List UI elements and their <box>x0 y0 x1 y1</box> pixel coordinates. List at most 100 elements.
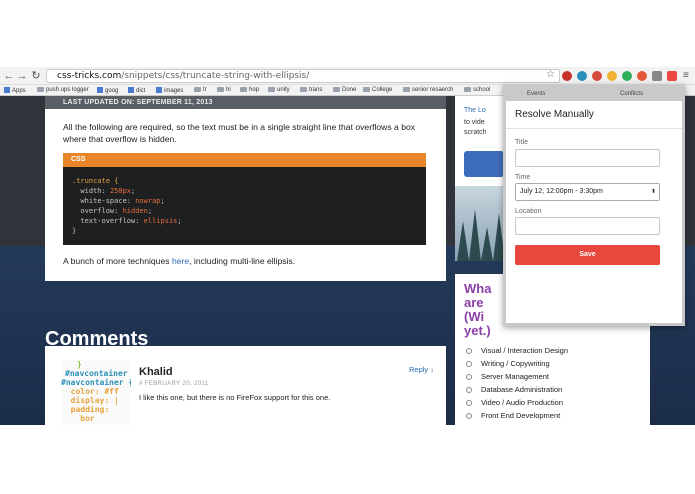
bookmark-item[interactable]: goog <box>97 87 118 95</box>
poll-option[interactable]: Server Management <box>466 372 549 381</box>
bookmark-item[interactable]: school <box>464 87 490 94</box>
poll-question: Wha are (Wi yet.) <box>464 281 492 338</box>
bookmark-apps[interactable]: Apps <box>4 87 26 95</box>
popup-tabs: Events Conflicts <box>503 91 685 101</box>
folder-icon <box>268 87 275 92</box>
title-input[interactable] <box>515 149 660 167</box>
drive-icon[interactable] <box>607 71 617 81</box>
select-arrows-icon: ⬍ <box>650 189 656 195</box>
calendar-extension-icon[interactable] <box>667 71 677 81</box>
extension-icon[interactable] <box>562 71 572 81</box>
location-input[interactable] <box>515 217 660 235</box>
screen: ← → ↻ css-tricks.com/snippets/css/trunca… <box>0 0 695 494</box>
dialog-title: Resolve Manually <box>515 109 594 120</box>
code-prop: overflow: <box>72 207 123 215</box>
poll-option[interactable]: Video / Audio Production <box>466 398 563 407</box>
time-select-value: July 12, 12:00pm - 3:30pm <box>520 188 603 195</box>
google-icon <box>97 87 103 93</box>
tab-conflicts[interactable]: Conflicts <box>620 91 643 97</box>
radio-button[interactable] <box>466 387 472 393</box>
bookmark-star-icon[interactable]: ☆ <box>546 69 555 81</box>
sidebar-button[interactable] <box>464 151 504 177</box>
comment-author[interactable]: Khalid <box>139 366 173 378</box>
reload-icon[interactable]: ↻ <box>30 69 42 83</box>
radio-button[interactable] <box>466 348 472 354</box>
avatar: } #navcontainer { #navcontainer { color:… <box>61 360 131 425</box>
techniques-link[interactable]: here <box>172 256 189 266</box>
extension-popup: Events Conflicts Resolve Manually Title … <box>503 84 685 326</box>
bookmark-item[interactable]: tr <box>194 87 207 94</box>
comment-card: } #navcontainer { #navcontainer { color:… <box>45 346 446 425</box>
bookmark-item[interactable]: push ups logger <box>37 87 89 94</box>
folder-icon <box>37 87 44 92</box>
bookmark-item[interactable]: unity <box>268 87 290 94</box>
comment-date[interactable]: # FEBRUARY 20, 2011 <box>139 381 209 387</box>
extension-icon[interactable] <box>637 71 647 81</box>
code-block[interactable]: .truncate { width: 250px; white-space: n… <box>63 167 426 245</box>
tree-shape <box>481 227 493 261</box>
poll-option[interactable]: Database Administration <box>466 385 562 394</box>
code-value: nowrap <box>135 197 161 205</box>
code-value: ellipsis <box>143 217 178 225</box>
code-prop: white-space: <box>72 197 136 205</box>
article-card: LAST UPDATED ON: SEPTEMBER 11, 2013 All … <box>45 96 446 281</box>
bookmark-item[interactable]: dict <box>128 87 145 95</box>
radio-button[interactable] <box>466 361 472 367</box>
code-value: hidden <box>122 207 148 215</box>
menu-icon[interactable]: ≡ <box>683 69 689 82</box>
folder-icon <box>240 87 247 92</box>
puzzle-icon[interactable] <box>652 71 662 81</box>
code-value: 250px <box>109 187 132 195</box>
bookmark-item[interactable]: Done <box>333 87 356 94</box>
radio-button[interactable] <box>466 400 472 406</box>
bookmark-item[interactable]: College <box>363 87 392 94</box>
bookmark-item[interactable]: hi <box>217 87 231 94</box>
location-label: Location <box>515 208 542 215</box>
code-close: } <box>72 227 77 235</box>
folder-icon <box>464 87 471 92</box>
poll-option[interactable]: Visual / Interaction Design <box>466 346 568 355</box>
code-selector: .truncate { <box>72 177 119 185</box>
reply-link[interactable]: Reply ↓ <box>409 365 434 374</box>
extension-icon[interactable] <box>622 71 632 81</box>
time-select[interactable]: July 12, 12:00pm - 3:30pm ⬍ <box>515 183 660 201</box>
top-margin <box>0 0 695 67</box>
bookmark-item[interactable]: senior resaerch <box>403 87 453 94</box>
poll-option[interactable]: Front End Development <box>466 411 560 420</box>
tree-shape <box>457 221 469 261</box>
save-button[interactable]: Save <box>515 245 660 265</box>
address-bar[interactable]: css-tricks.com/snippets/css/truncate-str… <box>46 69 560 83</box>
radio-button[interactable] <box>466 413 472 419</box>
google-icon <box>156 87 162 93</box>
bookmark-item[interactable]: images <box>156 87 183 95</box>
comment-text: I like this one, but there is no FireFox… <box>139 393 331 402</box>
resolve-dialog: Resolve Manually Title Time July 12, 12:… <box>506 101 682 323</box>
sidebar-text: to vide <box>464 119 485 126</box>
divider <box>506 128 682 129</box>
folder-icon <box>217 87 224 92</box>
code-prop: width: <box>72 187 110 195</box>
radio-button[interactable] <box>466 374 472 380</box>
time-label: Time <box>515 174 531 181</box>
folder-icon <box>333 87 340 92</box>
sidebar-text: scratch <box>464 129 487 136</box>
sidebar-link[interactable]: The Lo <box>464 107 486 114</box>
browser-toolbar: ← → ↻ css-tricks.com/snippets/css/trunca… <box>0 67 695 85</box>
extension-icon[interactable] <box>592 71 602 81</box>
bookmark-item[interactable]: trans <box>300 87 322 94</box>
forward-icon[interactable]: → <box>16 69 28 83</box>
back-icon[interactable]: ← <box>3 69 15 83</box>
folder-icon <box>403 87 410 92</box>
bookmark-item[interactable]: hop <box>240 87 259 94</box>
folder-icon <box>194 87 201 92</box>
title-label: Title <box>515 139 528 146</box>
poll-option[interactable]: Writing / Copywriting <box>466 359 550 368</box>
article-paragraph: All the following are required, so the t… <box>63 122 416 144</box>
folder-icon <box>300 87 307 92</box>
apps-icon <box>4 87 10 93</box>
code-prop: text-overflow: <box>72 217 144 225</box>
tab-events[interactable]: Events <box>527 91 545 97</box>
extension-icon[interactable] <box>577 71 587 81</box>
tree-shape <box>469 209 481 261</box>
url-path: /snippets/css/truncate-string-with-ellip… <box>121 71 310 81</box>
